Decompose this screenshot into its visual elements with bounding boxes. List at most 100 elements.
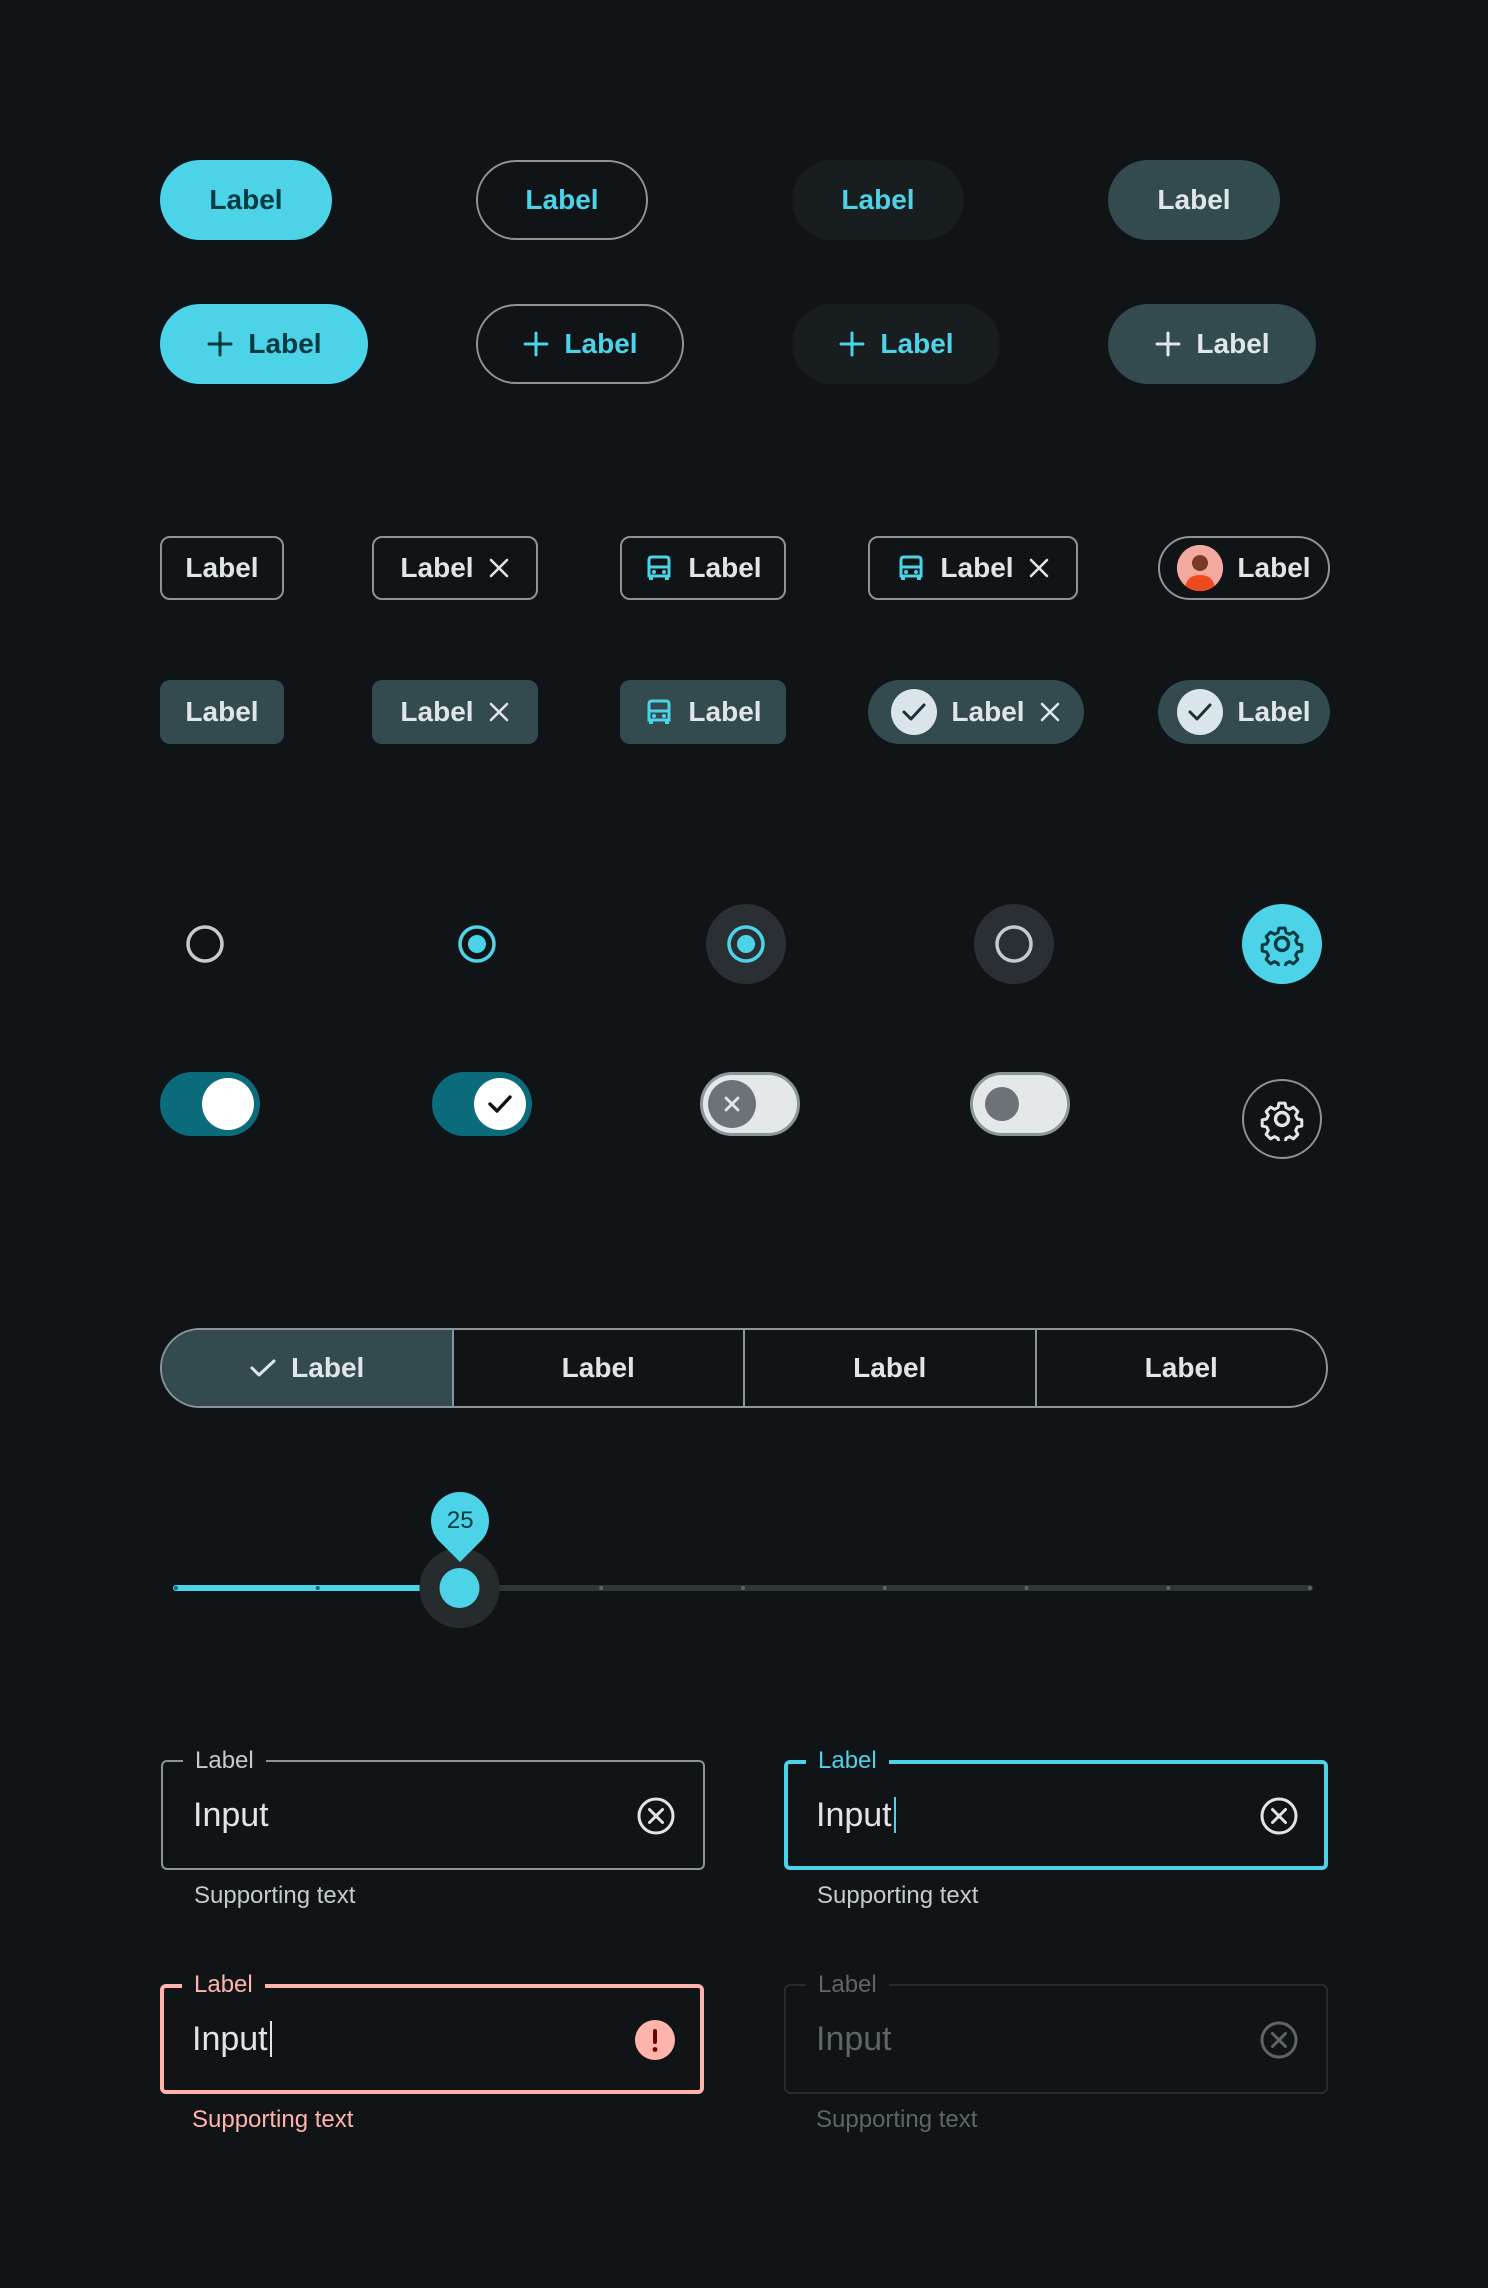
slider-tick [1024, 1586, 1029, 1590]
supporting-text: Supporting text [816, 2106, 978, 2133]
text-icon-button-label: Label [880, 328, 954, 359]
slider-tick [599, 1586, 604, 1590]
close-icon[interactable] [488, 701, 510, 723]
chip-label: Label [185, 696, 259, 727]
segment[interactable]: Label [743, 1330, 1035, 1406]
car-icon [647, 699, 671, 724]
tonal-icon-button[interactable]: Label [1108, 304, 1316, 384]
filter-input-chip[interactable]: Label [372, 680, 538, 744]
chip-label: Label [688, 696, 762, 727]
segment[interactable]: Label [451, 1330, 744, 1406]
slider-tick [315, 1586, 320, 1590]
assist-chip[interactable]: Label [160, 536, 284, 600]
outlined-icon-button[interactable]: Label [476, 304, 684, 384]
filled-icon-button[interactable]: Label [160, 304, 368, 384]
check-icon [1177, 689, 1224, 735]
slider-tick [741, 1586, 745, 1590]
radio-selected[interactable] [437, 904, 517, 984]
switch-thumb [474, 1078, 526, 1130]
supporting-text: Supporting text [192, 2106, 354, 2133]
radio-unselected-hover[interactable] [974, 904, 1054, 984]
close-icon [724, 1096, 740, 1112]
icon-chip[interactable]: Label [620, 536, 786, 600]
switch-off-with-icon[interactable] [700, 1072, 800, 1136]
segment[interactable]: Label [1034, 1330, 1327, 1406]
clear-icon[interactable] [635, 1795, 677, 1837]
text-button-label: Label [841, 184, 915, 215]
slider[interactable]: 25 [160, 1479, 1328, 1630]
filter-chip[interactable]: Label [160, 680, 284, 744]
slider-thumb[interactable] [439, 1568, 480, 1608]
chip-label: Label [1237, 552, 1311, 583]
slider-track[interactable] [160, 1480, 1328, 1630]
slider-tick [882, 1586, 887, 1590]
chip-label: Label [951, 696, 1025, 727]
filled-button[interactable]: Label [160, 160, 332, 240]
text-field-focused[interactable]: Label Input [784, 1748, 1328, 1870]
switch-thumb [708, 1080, 756, 1128]
avatar [1177, 545, 1224, 591]
icon-input-chip[interactable]: Label [868, 536, 1078, 600]
tonal-icon-button-label: Label [1196, 328, 1270, 359]
car-icon [899, 555, 923, 580]
error-icon [635, 2020, 675, 2060]
switch-thumb [985, 1087, 1019, 1121]
text-button[interactable]: Label [792, 160, 964, 240]
slider-tick [1166, 1586, 1171, 1590]
chip-label: Label [400, 696, 474, 727]
switch-off[interactable] [970, 1072, 1070, 1136]
chip-label: Label [185, 552, 259, 583]
tonal-button-label: Label [1157, 184, 1231, 215]
clear-icon[interactable] [1258, 1795, 1300, 1837]
text-icon-button[interactable]: Label [792, 304, 1000, 384]
filled-button-label: Label [209, 184, 283, 215]
close-icon[interactable] [1028, 557, 1050, 579]
chip-label: Label [1237, 696, 1311, 727]
segment-label: Label [1144, 1352, 1218, 1383]
filter-icon-chip[interactable]: Label [620, 680, 786, 744]
tonal-button[interactable]: Label [1108, 160, 1280, 240]
selected-filter-chip[interactable]: Label [1158, 680, 1330, 744]
segment-label: Label [853, 1352, 927, 1383]
add-icon [839, 331, 865, 357]
input-chip[interactable]: Label [372, 536, 538, 600]
text-field-value: Input [816, 2019, 892, 2058]
clear-icon [1260, 2021, 1298, 2059]
text-cursor [893, 1797, 896, 1833]
radio-unselected[interactable] [165, 904, 245, 984]
chip-label: Label [688, 552, 762, 583]
segment-label: Label [291, 1352, 365, 1383]
component-gallery: Label Label Label Label Label Label Labe… [0, 0, 1488, 2288]
text-field-label: Label [806, 1972, 889, 1998]
car-icon [647, 555, 671, 580]
text-field-error[interactable]: Label Input [160, 1972, 704, 2094]
switch-on-with-icon[interactable] [432, 1072, 532, 1136]
chip-label: Label [400, 552, 474, 583]
text-field-value: Input [192, 2019, 268, 2058]
text-field-disabled: Label Input [784, 1972, 1328, 2094]
avatar-chip[interactable]: Label [1158, 536, 1330, 600]
close-icon[interactable] [488, 557, 510, 579]
text-field-value: Input [193, 1795, 269, 1834]
slider-value-label: 25 [446, 1507, 473, 1535]
add-icon [1155, 331, 1181, 357]
text-cursor [269, 2021, 272, 2057]
filled-icon-button-settings[interactable] [1242, 904, 1322, 984]
check-icon [891, 689, 938, 735]
segment-selected[interactable]: Label [162, 1330, 452, 1406]
close-icon[interactable] [1039, 701, 1061, 723]
text-field-default[interactable]: Label Input [161, 1748, 705, 1870]
selected-input-chip[interactable]: Label [868, 680, 1084, 744]
text-field-label: Label [182, 1972, 265, 1998]
supporting-text: Supporting text [817, 1882, 979, 1909]
text-field-label: Label [806, 1748, 889, 1774]
chip-label: Label [940, 552, 1014, 583]
gear-icon [1260, 1101, 1304, 1141]
filled-icon-button-label: Label [248, 328, 322, 359]
slider-tick [174, 1586, 178, 1590]
switch-on[interactable] [160, 1072, 260, 1136]
gear-icon [1260, 926, 1304, 966]
outlined-icon-button-settings[interactable] [1242, 1079, 1322, 1159]
outlined-button[interactable]: Label [476, 160, 648, 240]
radio-selected-hover[interactable] [706, 904, 786, 984]
